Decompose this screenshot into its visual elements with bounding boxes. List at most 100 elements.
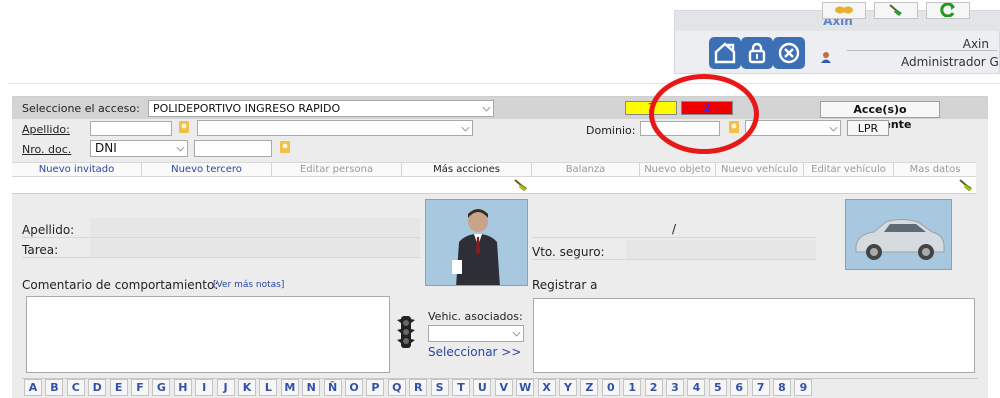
chevron-down-icon — [461, 123, 470, 132]
alphabet-key[interactable]: B — [45, 379, 64, 396]
alphabet-key[interactable]: G — [152, 379, 171, 396]
user-avatar-icon — [821, 52, 831, 63]
alphabet-key[interactable]: 3 — [666, 379, 684, 396]
clear-person-broom-icon[interactable] — [513, 178, 529, 192]
search-person-icon[interactable] — [177, 120, 191, 134]
alphabet-key[interactable]: Ñ — [323, 379, 342, 396]
chevron-down-icon — [482, 103, 491, 112]
alphabet-key[interactable]: Y — [559, 379, 577, 396]
alphabet-key[interactable]: D — [88, 379, 107, 396]
alphabet-key[interactable]: 0 — [601, 379, 620, 396]
alphabet-key[interactable]: U — [473, 379, 492, 396]
tarea-info-label: Tarea: — [22, 243, 59, 257]
person-actions-tabs: Nuevo invitado Nuevo tercero Editar pers… — [12, 162, 532, 177]
alphabet-key[interactable]: L — [259, 379, 278, 396]
alphabet-key[interactable]: 8 — [773, 379, 791, 396]
dominio-label: Dominio: — [586, 124, 636, 137]
alphabet-key[interactable]: N — [302, 379, 321, 396]
lock-icon — [748, 42, 766, 64]
apellido-label: Apellido: — [22, 123, 70, 136]
tab-balanza[interactable]: Balanza — [532, 163, 640, 176]
alphabet-key[interactable]: 7 — [751, 379, 770, 396]
alphabet-key[interactable]: 6 — [730, 379, 749, 396]
close-circle-icon — [778, 42, 800, 64]
clear-button[interactable] — [874, 2, 918, 19]
comment-textarea[interactable] — [26, 296, 390, 373]
search-doc-icon[interactable] — [278, 140, 292, 154]
home-button[interactable] — [709, 37, 741, 69]
apellido-info-value — [90, 218, 420, 237]
view-button[interactable] — [822, 2, 866, 19]
alphabet-key[interactable]: 4 — [687, 379, 706, 396]
vehicle-strip — [532, 177, 976, 194]
alphabet-key[interactable]: 9 — [794, 379, 813, 396]
alphabet-key[interactable]: P — [366, 379, 385, 396]
alphabet-key[interactable]: 5 — [708, 379, 727, 396]
assoc-vehicles-select[interactable] — [428, 325, 524, 342]
alphabet-key[interactable]: Z — [580, 379, 599, 396]
person-strip — [12, 177, 532, 194]
home-icon — [714, 42, 736, 64]
vehicle-photo — [845, 199, 952, 270]
select-vehicle-link[interactable]: Seleccionar >> — [428, 345, 521, 359]
person-photo — [425, 199, 528, 286]
logout-button[interactable] — [773, 37, 805, 69]
tab-mas-datos[interactable]: Mas datos — [894, 163, 976, 176]
alphabet-key[interactable]: S — [430, 379, 449, 396]
access-select-value: POLIDEPORTIVO INGRESO RAPIDO — [153, 102, 341, 115]
comment-label: Comentario de comportamiento: — [22, 278, 219, 292]
user-role: Administrador G — [901, 55, 999, 69]
alphabet-key[interactable]: 2 — [644, 379, 663, 396]
tab-nuevo-vehiculo[interactable]: Nuevo vehículo — [716, 163, 804, 176]
tab-editar-vehiculo[interactable]: Editar vehículo — [804, 163, 894, 176]
vehicle-slash: / — [672, 222, 677, 236]
chevron-down-icon — [829, 123, 838, 132]
alphabet-key[interactable]: O — [345, 379, 363, 396]
alphabet-key[interactable]: J — [216, 379, 235, 396]
eraser-icon — [889, 4, 902, 16]
person-select[interactable] — [197, 120, 473, 136]
access-select[interactable]: POLIDEPORTIVO INGRESO RAPIDO — [148, 100, 494, 117]
tab-nuevo-objeto[interactable]: Nuevo objeto — [640, 163, 716, 176]
alphabet-key[interactable]: M — [280, 379, 299, 396]
refresh-button[interactable] — [926, 2, 970, 19]
alphabet-key[interactable]: K — [238, 379, 256, 396]
alphabet-key[interactable]: 1 — [623, 379, 642, 396]
alphabet-key[interactable]: C — [66, 379, 85, 396]
tarea-info-row — [22, 238, 420, 258]
user-name: Axin — [962, 37, 989, 51]
more-notes-link[interactable]: [Ver más notas] — [213, 280, 284, 290]
doc-type-select[interactable]: DNI — [90, 140, 188, 157]
alphabet-key[interactable]: Q — [387, 379, 406, 396]
alphabet-key[interactable]: T — [452, 379, 470, 396]
access-label: Seleccione el acceso: — [22, 102, 140, 115]
alphabet-key[interactable]: R — [409, 379, 428, 396]
vto-value — [626, 240, 816, 259]
lpr-button[interactable]: LPR — [847, 120, 889, 136]
apellido-info-label: Apellido: — [22, 223, 75, 237]
alphabet-key[interactable]: V — [494, 379, 513, 396]
vto-label: Vto. seguro: — [532, 245, 605, 259]
alphabet-key[interactable]: A — [24, 379, 42, 396]
alphabet-key[interactable]: X — [537, 379, 556, 396]
tab-mas-acciones[interactable]: Más acciones — [402, 163, 532, 176]
vehicle-select[interactable] — [745, 120, 841, 136]
tab-nuevo-invitado[interactable]: Nuevo invitado — [12, 163, 142, 176]
alphabet-key[interactable]: F — [131, 379, 149, 396]
apellido-input[interactable] — [90, 121, 172, 136]
pending-access-button[interactable]: Acce(s)o pendiente — [820, 101, 940, 131]
alphabet-key[interactable]: I — [195, 379, 214, 396]
doc-number-input[interactable] — [194, 140, 272, 157]
clear-vehicle-broom-icon[interactable] — [958, 178, 974, 192]
tab-nuevo-tercero[interactable]: Nuevo tercero — [142, 163, 272, 176]
alphabet-key[interactable]: H — [173, 379, 192, 396]
traffic-light-icon — [397, 316, 415, 348]
alphabet-key[interactable]: E — [109, 379, 128, 396]
chevron-down-icon — [176, 143, 185, 152]
car-icon — [846, 200, 951, 269]
vehicle-notes-textarea[interactable] — [533, 298, 975, 373]
alphabet-key[interactable]: W — [516, 379, 535, 396]
tab-editar-persona[interactable]: Editar persona — [272, 163, 402, 176]
lock-button[interactable] — [741, 37, 773, 69]
assoc-vehicles-label: Vehic. asociados: — [428, 310, 523, 323]
